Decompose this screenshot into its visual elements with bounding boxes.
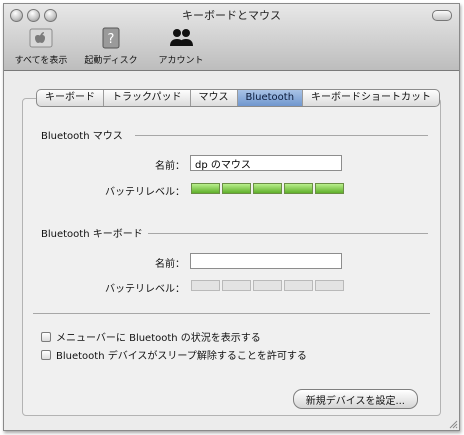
title-toolbar-area: キーボードとマウス すべてを表示 ? 起動ディスク アカウント bbox=[4, 4, 459, 71]
mouse-name-label: 名前： bbox=[155, 161, 185, 172]
mouse-battery-label: バッテリレベル： bbox=[105, 187, 185, 198]
toolbar-item-label: すべてを表示 bbox=[14, 56, 68, 66]
section-divider bbox=[135, 135, 428, 136]
mouse-battery-indicator bbox=[191, 183, 344, 194]
battery-segment bbox=[191, 183, 220, 194]
toolbar-toggle-button[interactable] bbox=[432, 10, 452, 21]
battery-segment bbox=[222, 280, 251, 291]
mouse-name-field[interactable] bbox=[190, 155, 342, 171]
keyboard-battery-label: バッテリレベル： bbox=[105, 284, 185, 295]
battery-segment bbox=[315, 280, 344, 291]
setup-new-device-button[interactable]: 新規デバイスを設定... bbox=[292, 389, 418, 409]
tab-trackpad[interactable]: トラックパッド bbox=[104, 90, 191, 106]
toolbar-show-all[interactable]: すべてを表示 bbox=[12, 26, 70, 66]
tab-keyboard[interactable]: キーボード bbox=[37, 90, 104, 106]
battery-segment bbox=[222, 183, 251, 194]
battery-segment bbox=[284, 183, 313, 194]
battery-segment bbox=[191, 280, 220, 291]
tab-pane: Bluetooth マウス 名前： バッテリレベル： Bluetooth キーボ… bbox=[22, 98, 441, 416]
toolbar: すべてを表示 ? 起動ディスク アカウント bbox=[12, 26, 210, 66]
preferences-window: キーボードとマウス すべてを表示 ? 起動ディスク アカウント Bluetoot… bbox=[3, 3, 460, 431]
accounts-icon bbox=[167, 26, 195, 50]
toolbar-startup-disk[interactable]: ? 起動ディスク bbox=[82, 26, 140, 66]
show-status-checkbox[interactable] bbox=[41, 331, 51, 342]
mouse-section-title: Bluetooth マウス bbox=[41, 131, 123, 142]
svg-text:?: ? bbox=[108, 32, 115, 47]
battery-segment bbox=[315, 183, 344, 194]
allow-wake-checkbox[interactable] bbox=[41, 349, 51, 360]
content-area: Bluetooth マウス 名前： バッテリレベル： Bluetooth キーボ… bbox=[4, 71, 459, 430]
tab-keyboard-shortcuts[interactable]: キーボードショートカット bbox=[303, 90, 439, 106]
tab-bar: キーボード トラックパッド マウス Bluetooth キーボードショートカット bbox=[36, 89, 441, 107]
keyboard-battery-indicator bbox=[191, 280, 344, 291]
disk-icon: ? bbox=[97, 26, 125, 50]
keyboard-section-title: Bluetooth キーボード bbox=[41, 229, 143, 240]
keyboard-name-field[interactable] bbox=[190, 253, 342, 269]
toolbar-item-label: 起動ディスク bbox=[84, 56, 138, 66]
battery-segment bbox=[253, 280, 282, 291]
allow-wake-label: Bluetooth デバイスがスリープ解除することを許可する bbox=[56, 351, 307, 362]
section-divider bbox=[33, 313, 430, 314]
keyboard-name-label: 名前： bbox=[155, 259, 185, 270]
battery-segment bbox=[253, 183, 282, 194]
window-title: キーボードとマウス bbox=[182, 9, 281, 22]
apple-icon bbox=[27, 26, 55, 50]
section-divider bbox=[148, 233, 428, 234]
tab-bluetooth[interactable]: Bluetooth bbox=[237, 90, 304, 106]
toolbar-accounts[interactable]: アカウント bbox=[152, 26, 210, 66]
allow-wake-option[interactable]: Bluetooth デバイスがスリープ解除することを許可する bbox=[41, 347, 307, 362]
battery-segment bbox=[284, 280, 313, 291]
tab-mouse[interactable]: マウス bbox=[191, 90, 238, 106]
show-status-label: メニューバーに Bluetooth の状況を表示する bbox=[56, 333, 261, 344]
resize-grip-icon[interactable] bbox=[448, 419, 458, 429]
toolbar-item-label: アカウント bbox=[158, 56, 204, 66]
show-status-option[interactable]: メニューバーに Bluetooth の状況を表示する bbox=[41, 329, 261, 344]
